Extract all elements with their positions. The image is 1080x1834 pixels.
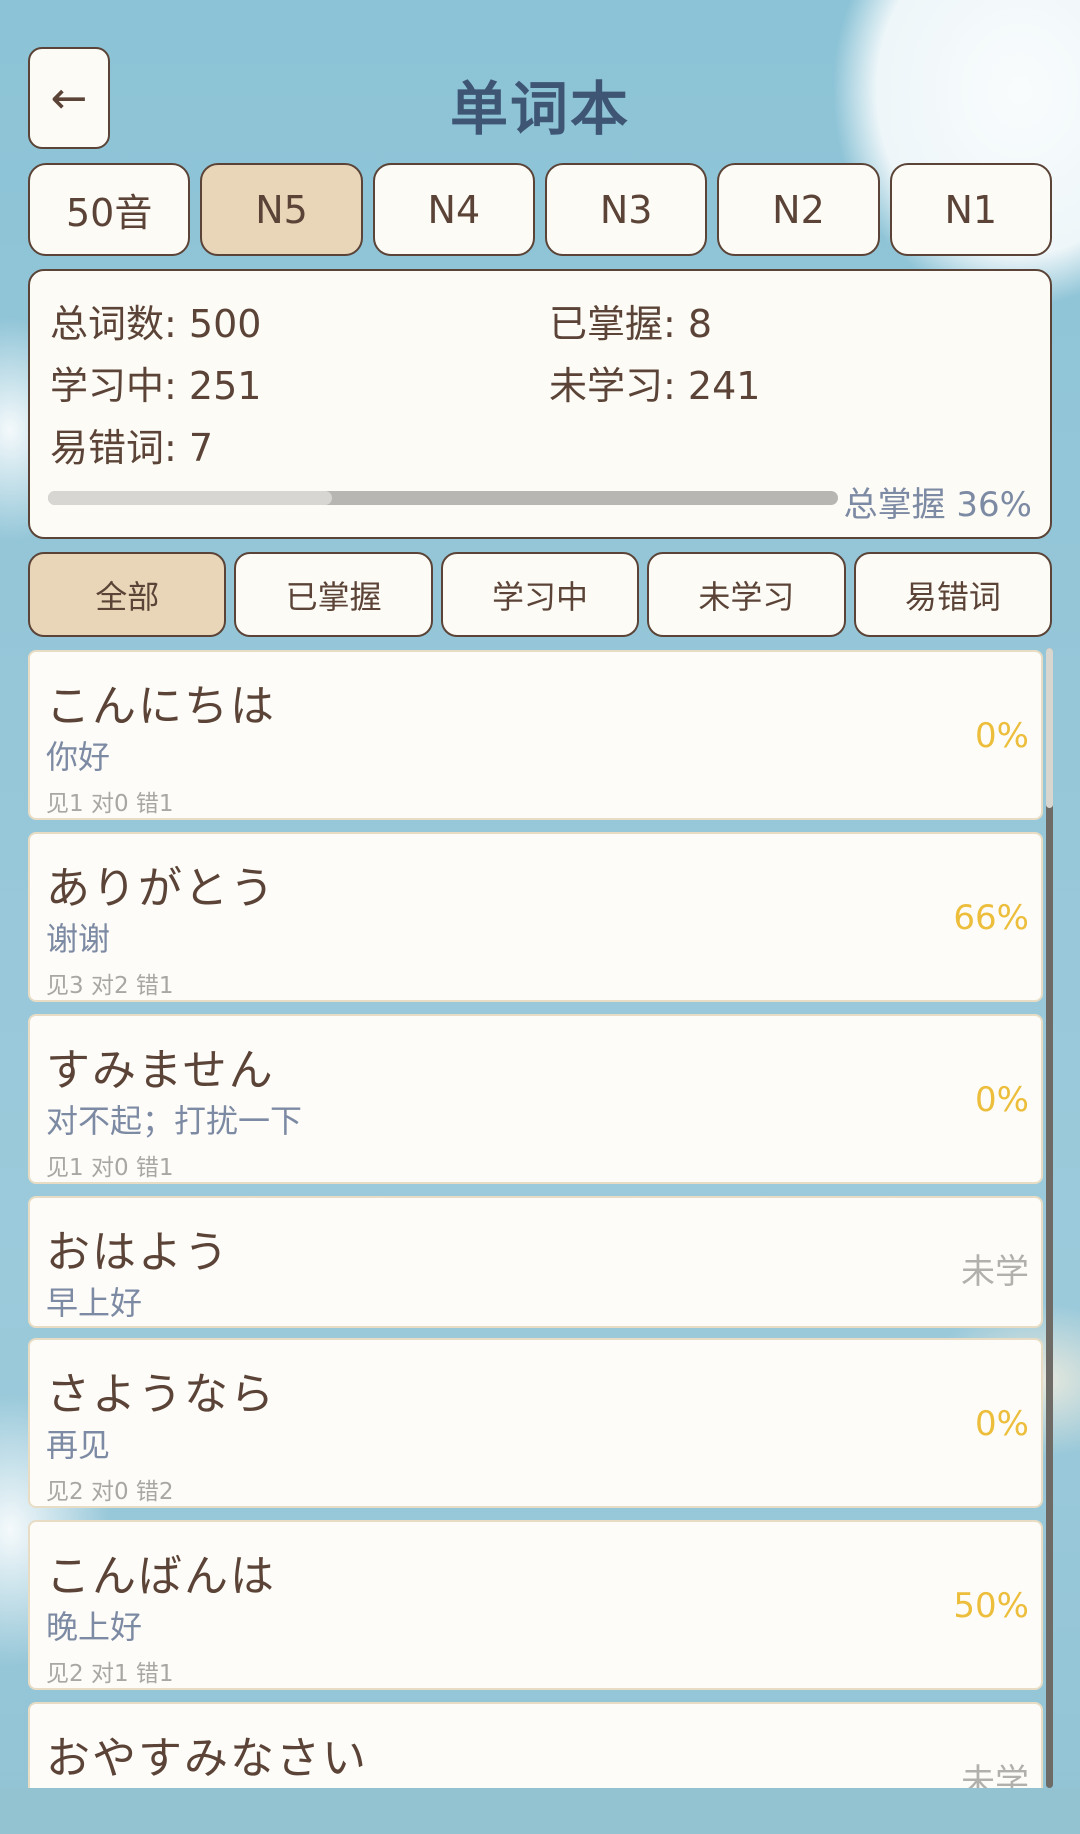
stat-total-label: 总词数 <box>50 302 189 346</box>
level-tab-50on[interactable]: 50音 <box>28 163 191 256</box>
word-list: こんにちは 你好 见1 对0 错1 0% ありがとう 谢谢 见3 对2 错1 6… <box>0 648 1080 1788</box>
list-scrollbar[interactable] <box>1046 648 1053 1788</box>
stat-mastered: 已掌握8 <box>549 293 712 348</box>
stat-learning-value: 251 <box>188 364 262 408</box>
word-mastery-percent: 66% <box>953 898 1029 938</box>
stat-wrong-words: 易错词7 <box>50 417 213 472</box>
filter-tab-all[interactable]: 全部 <box>28 552 227 637</box>
word-card[interactable]: こんにちは 你好 见1 对0 错1 0% <box>28 650 1043 820</box>
list-scrollbar-thumb[interactable] <box>1046 648 1053 808</box>
word-mastery-percent: 未学 <box>961 1252 1029 1292</box>
word-mastery-percent: 0% <box>975 1080 1029 1120</box>
level-tab-n5[interactable]: N5 <box>200 163 363 256</box>
stats-panel: 总词数500 已掌握8 学习中251 未学习241 易错词7 总掌握 36% <box>28 269 1052 539</box>
bottom-bar <box>0 1788 1080 1834</box>
word-meaning: 晚上好 <box>46 1608 143 1646</box>
word-card[interactable]: おはよう 早上好 未学 <box>28 1196 1043 1328</box>
word-japanese: ありがとう <box>46 863 276 914</box>
word-card[interactable]: ありがとう 谢谢 见3 对2 错1 66% <box>28 832 1043 1002</box>
word-meaning: 早上好 <box>46 1284 143 1322</box>
filter-tab-mastered[interactable]: 已掌握 <box>234 552 433 637</box>
word-review-stats: 见1 对0 错1 <box>46 1155 174 1181</box>
word-mastery-percent: 0% <box>975 1404 1029 1444</box>
stat-learning-label: 学习中 <box>50 364 189 408</box>
word-meaning: 你好 <box>46 738 111 776</box>
level-tab-n3[interactable]: N3 <box>544 163 708 256</box>
stat-unlearned: 未学习241 <box>549 355 760 410</box>
word-meaning: 谢谢 <box>46 920 111 958</box>
word-card[interactable]: こんばんは 晚上好 见2 对1 错1 50% <box>28 1520 1043 1690</box>
word-review-stats: 见1 对0 错1 <box>46 791 174 817</box>
mastery-progress-fill <box>48 491 333 505</box>
stat-wrong-value: 7 <box>188 426 214 470</box>
stat-mastered-label: 已掌握 <box>549 302 688 346</box>
word-japanese: おやすみなさい <box>46 1733 368 1784</box>
stat-total-words: 总词数500 <box>50 293 261 348</box>
stat-learning: 学习中251 <box>50 355 261 410</box>
page-title: 单词本 <box>449 75 630 143</box>
word-review-stats: 见3 对2 错1 <box>46 973 174 999</box>
word-card[interactable]: さようなら 再见 见2 对0 错2 0% <box>28 1338 1043 1508</box>
word-japanese: すみません <box>46 1045 275 1096</box>
word-japanese: こんにちは <box>46 681 276 732</box>
filter-tab-learning[interactable]: 学习中 <box>440 552 640 637</box>
level-tab-n1[interactable]: N1 <box>889 163 1052 256</box>
level-tabs: 50音 N5 N4 N3 N2 N1 <box>28 163 1052 256</box>
stat-total-value: 500 <box>188 302 262 346</box>
filter-tabs: 全部 已掌握 学习中 未学习 易错词 <box>28 552 1053 637</box>
word-meaning: 再见 <box>46 1426 111 1464</box>
level-tab-n2[interactable]: N2 <box>717 163 880 256</box>
word-mastery-percent: 0% <box>975 716 1029 756</box>
word-japanese: さようなら <box>46 1369 276 1420</box>
word-japanese: おはよう <box>46 1227 230 1278</box>
stat-unlearned-label: 未学习 <box>549 364 688 408</box>
mastery-progress-text: 总掌握 36% <box>843 485 1032 525</box>
word-card[interactable]: すみません 对不起；打扰一下 见1 对0 错1 0% <box>28 1014 1043 1184</box>
word-review-stats: 见2 对1 错1 <box>46 1661 174 1687</box>
word-mastery-percent: 50% <box>953 1586 1029 1626</box>
stat-wrong-label: 易错词 <box>50 426 189 470</box>
filter-tab-unlearned[interactable]: 未学习 <box>647 552 846 637</box>
stat-mastered-value: 8 <box>687 302 713 346</box>
stat-unlearned-value: 241 <box>687 364 761 408</box>
mastery-progress-bar <box>48 491 838 505</box>
level-tab-n4[interactable]: N4 <box>372 163 535 256</box>
word-review-stats: 见2 对0 错2 <box>46 1479 174 1505</box>
word-mastery-percent: 未学 <box>961 1762 1029 1788</box>
word-card[interactable]: おやすみなさい 晚安 未学 <box>28 1702 1043 1788</box>
filter-tab-wrong[interactable]: 易错词 <box>853 552 1053 637</box>
word-japanese: こんばんは <box>46 1551 276 1602</box>
word-meaning: 对不起；打扰一下 <box>46 1102 303 1140</box>
